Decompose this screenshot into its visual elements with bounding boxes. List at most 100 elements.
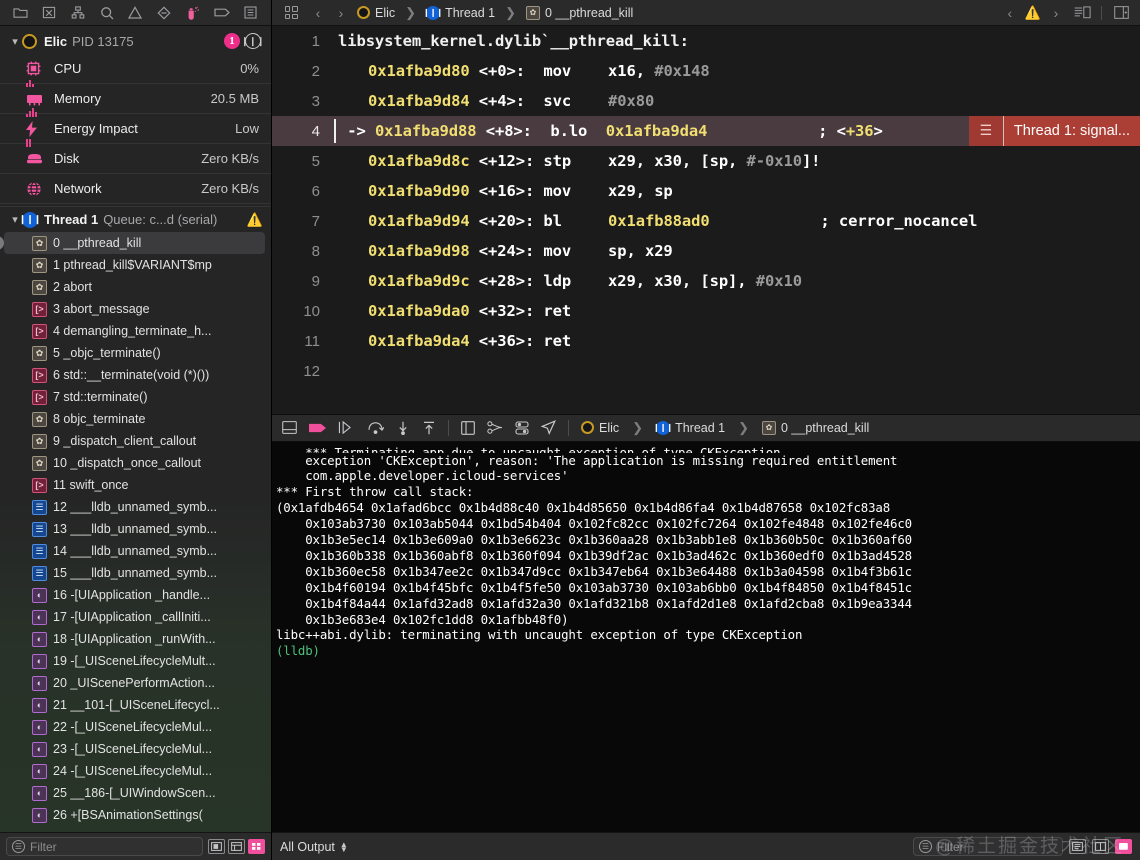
gauge-row-cpu[interactable]: CPU 0%: [0, 54, 271, 87]
stack-frame-row[interactable]: ☰ 15 ___lldb_unnamed_symb...: [0, 562, 271, 584]
issue-badge[interactable]: 1: [224, 33, 240, 49]
stack-frame-row[interactable]: [> 3 abort_message: [0, 298, 271, 320]
pause-icon[interactable]: ❙❙❙: [241, 33, 265, 49]
source-control-icon[interactable]: [38, 3, 60, 23]
stack-frame-row[interactable]: ✿ 1 pthread_kill$VARIANT$mp: [0, 254, 271, 276]
breadcrumb-process[interactable]: Elic: [357, 6, 395, 20]
stack-frame-row[interactable]: ◐ 19 -[_UISceneLifecycleMult...: [0, 650, 271, 672]
stop-icon[interactable]: [309, 422, 326, 434]
code-line[interactable]: 7 0x1afba9d94 <+20>: bl 0x1afb88ad0 ; cer…: [272, 206, 1140, 236]
stack-frame-row[interactable]: ✿ 8 objc_terminate: [0, 408, 271, 430]
show-only-crashed-icon[interactable]: [208, 839, 225, 854]
code-line[interactable]: 10 0x1afba9da0 <+32>: ret: [272, 296, 1140, 326]
code-line[interactable]: 8 0x1afba9d98 <+24>: mov sp, x29: [272, 236, 1140, 266]
stack-frame-list[interactable]: ✿ 0 __pthread_kill ✿ 1 pthread_kill$VARIANT…: [0, 232, 271, 826]
gauge-row-disk[interactable]: Disk Zero KB/s: [0, 144, 271, 174]
chevron-left-icon[interactable]: ‹: [311, 5, 325, 21]
console-output[interactable]: *** Terminating app due to uncaught exce…: [272, 441, 1140, 832]
stack-frame-label: 11 swift_once: [53, 478, 129, 492]
process-row[interactable]: ▾ Elic PID 13175 1 ❙❙❙: [0, 28, 271, 54]
hamburger-icon[interactable]: ☰: [968, 116, 1003, 146]
stack-frame-row[interactable]: ✿ 0 __pthread_kill: [0, 232, 265, 254]
breadcrumb-thread[interactable]: ❙❙❙ Thread 1: [423, 5, 495, 20]
stack-frame-row[interactable]: ☰ 12 ___lldb_unnamed_symb...: [0, 496, 271, 518]
debug-memory-graph-icon[interactable]: [487, 421, 503, 434]
thread-row[interactable]: ▾ ❙❙❙ Thread 1 Queue: c...d (serial) ⚠️: [0, 206, 271, 232]
debug-icon[interactable]: [182, 3, 204, 23]
stack-frame-row[interactable]: ◐ 25 __186-[_UIWindowScen...: [0, 782, 271, 804]
chevron-right-icon[interactable]: ›: [334, 5, 348, 21]
inline-error-annotation[interactable]: ☰ Thread 1: signal...: [968, 116, 1140, 146]
stack-frame-row[interactable]: ◐ 21 __101-[_UISceneLifecycl...: [0, 694, 271, 716]
issue-prev-icon[interactable]: ‹: [1003, 5, 1017, 21]
step-over-icon[interactable]: [367, 421, 384, 434]
console-filter-input[interactable]: ☰ Filter: [913, 837, 1063, 856]
report-icon[interactable]: [240, 3, 262, 23]
console-breadcrumb-frame[interactable]: ✿ 0 __pthread_kill: [762, 420, 869, 435]
gauge-row-network[interactable]: Network Zero KB/s: [0, 174, 271, 204]
up-down-stepper-icon[interactable]: ▲ ▼: [340, 840, 348, 853]
folder-icon[interactable]: [9, 3, 31, 23]
stack-frame-row[interactable]: ◐ 23 -[_UISceneLifecycleMul...: [0, 738, 271, 760]
stack-frame-row[interactable]: ◐ 26 +[BSAnimationSettings(: [0, 804, 271, 826]
code-line[interactable]: 3 0x1afba9d84 <+4>: svc #0x80: [272, 86, 1140, 116]
code-line[interactable]: 11 0x1afba9da4 <+36>: ret: [272, 326, 1140, 356]
split-console-icon[interactable]: [1092, 839, 1109, 854]
search-icon[interactable]: [96, 3, 118, 23]
warning-triangle-icon[interactable]: ⚠️: [1025, 5, 1041, 21]
code-line[interactable]: 9 0x1afba9d9c <+28>: ldp x29, x30, [sp], …: [272, 266, 1140, 296]
multi-pane-icon[interactable]: [280, 3, 302, 23]
stack-frame-row[interactable]: ◐ 24 -[_UISceneLifecycleMul...: [0, 760, 271, 782]
diamond-icon[interactable]: [153, 3, 175, 23]
gauge-row-energy[interactable]: Energy Impact Low: [0, 114, 271, 147]
stack-frame-row[interactable]: [> 11 swift_once: [0, 474, 271, 496]
environment-overrides-icon[interactable]: [515, 420, 529, 435]
stack-frame-row[interactable]: ✿ 9 _dispatch_client_callout: [0, 430, 271, 452]
stack-frame-row[interactable]: ☰ 13 ___lldb_unnamed_symb...: [0, 518, 271, 540]
lldb-prompt[interactable]: (lldb): [276, 643, 1136, 659]
code-line[interactable]: 5 0x1afba9d8c <+12>: stp x29, x30, [sp, #…: [272, 146, 1140, 176]
warning-icon[interactable]: [124, 3, 146, 23]
issue-next-icon[interactable]: ›: [1049, 5, 1063, 21]
code-line[interactable]: 4 -> 0x1afba9d88 <+8>: b.lo 0x1afba9da4 …: [272, 116, 1140, 146]
breadcrumb-frame[interactable]: ✿ 0 __pthread_kill: [526, 5, 633, 20]
show-inspector-icon[interactable]: [1110, 3, 1132, 23]
console-breadcrumb-thread[interactable]: ❙❙❙ Thread 1: [653, 420, 725, 435]
gauge-row-memory[interactable]: Memory 20.5 MB: [0, 84, 271, 117]
stack-frame-row[interactable]: ◐ 22 -[_UISceneLifecycleMul...: [0, 716, 271, 738]
clear-console-icon[interactable]: [1069, 839, 1086, 854]
stack-frame-row[interactable]: ✿ 10 _dispatch_once_callout: [0, 452, 271, 474]
assembly-code-view[interactable]: 1 libsystem_kernel.dylib`__pthread_kill: 2…: [272, 26, 1140, 414]
stack-frame-row[interactable]: ◐ 16 -[UIApplication _handle...: [0, 584, 271, 606]
simulate-location-icon[interactable]: [541, 420, 556, 435]
show-debug-levels-icon[interactable]: [248, 839, 265, 854]
output-scope-selector[interactable]: All Output ▲ ▼: [280, 840, 348, 854]
code-line[interactable]: 1 libsystem_kernel.dylib`__pthread_kill:: [272, 26, 1140, 56]
assistant-editor-icon[interactable]: [1071, 3, 1093, 23]
stack-frame-row[interactable]: ✿ 2 abort: [0, 276, 271, 298]
stack-frame-row[interactable]: ◐ 18 -[UIApplication _runWith...: [0, 628, 271, 650]
stack-frame-row[interactable]: [> 4 demangling_terminate_h...: [0, 320, 271, 342]
stack-frame-row[interactable]: ☰ 14 ___lldb_unnamed_symb...: [0, 540, 271, 562]
navigator-content[interactable]: ▾ Elic PID 13175 1 ❙❙❙ CPU 0% Memory 20.…: [0, 26, 271, 832]
stack-frame-row[interactable]: [> 7 std::terminate(): [0, 386, 271, 408]
stack-frame-row[interactable]: ✿ 5 _objc_terminate(): [0, 342, 271, 364]
debug-view-hierarchy-icon[interactable]: [461, 420, 475, 435]
continue-icon[interactable]: [338, 421, 355, 434]
step-into-icon[interactable]: [396, 421, 410, 435]
navigator-filter-input[interactable]: ☰ Filter: [6, 837, 203, 856]
code-line[interactable]: 6 0x1afba9d90 <+16>: mov x29, sp: [272, 176, 1140, 206]
stack-frame-row[interactable]: ◐ 17 -[UIApplication _callIniti...: [0, 606, 271, 628]
hide-console-icon[interactable]: [282, 421, 297, 434]
step-out-icon[interactable]: [422, 421, 436, 435]
stack-frame-row[interactable]: ◐ 20 _UIScenePerformAction...: [0, 672, 271, 694]
hierarchy-icon[interactable]: [67, 3, 89, 23]
stack-frame-row[interactable]: [> 6 std::__terminate(void (*)()): [0, 364, 271, 386]
code-line[interactable]: 2 0x1afba9d80 <+0>: mov x16, #0x148: [272, 56, 1140, 86]
show-all-frames-icon[interactable]: [228, 839, 245, 854]
toggle-console-icon[interactable]: [1115, 839, 1132, 854]
chevron-down-icon[interactable]: ▾: [8, 35, 22, 48]
code-line[interactable]: 12: [272, 356, 1140, 386]
console-breadcrumb-process[interactable]: Elic: [581, 421, 619, 435]
breakpoint-icon[interactable]: [211, 3, 233, 23]
